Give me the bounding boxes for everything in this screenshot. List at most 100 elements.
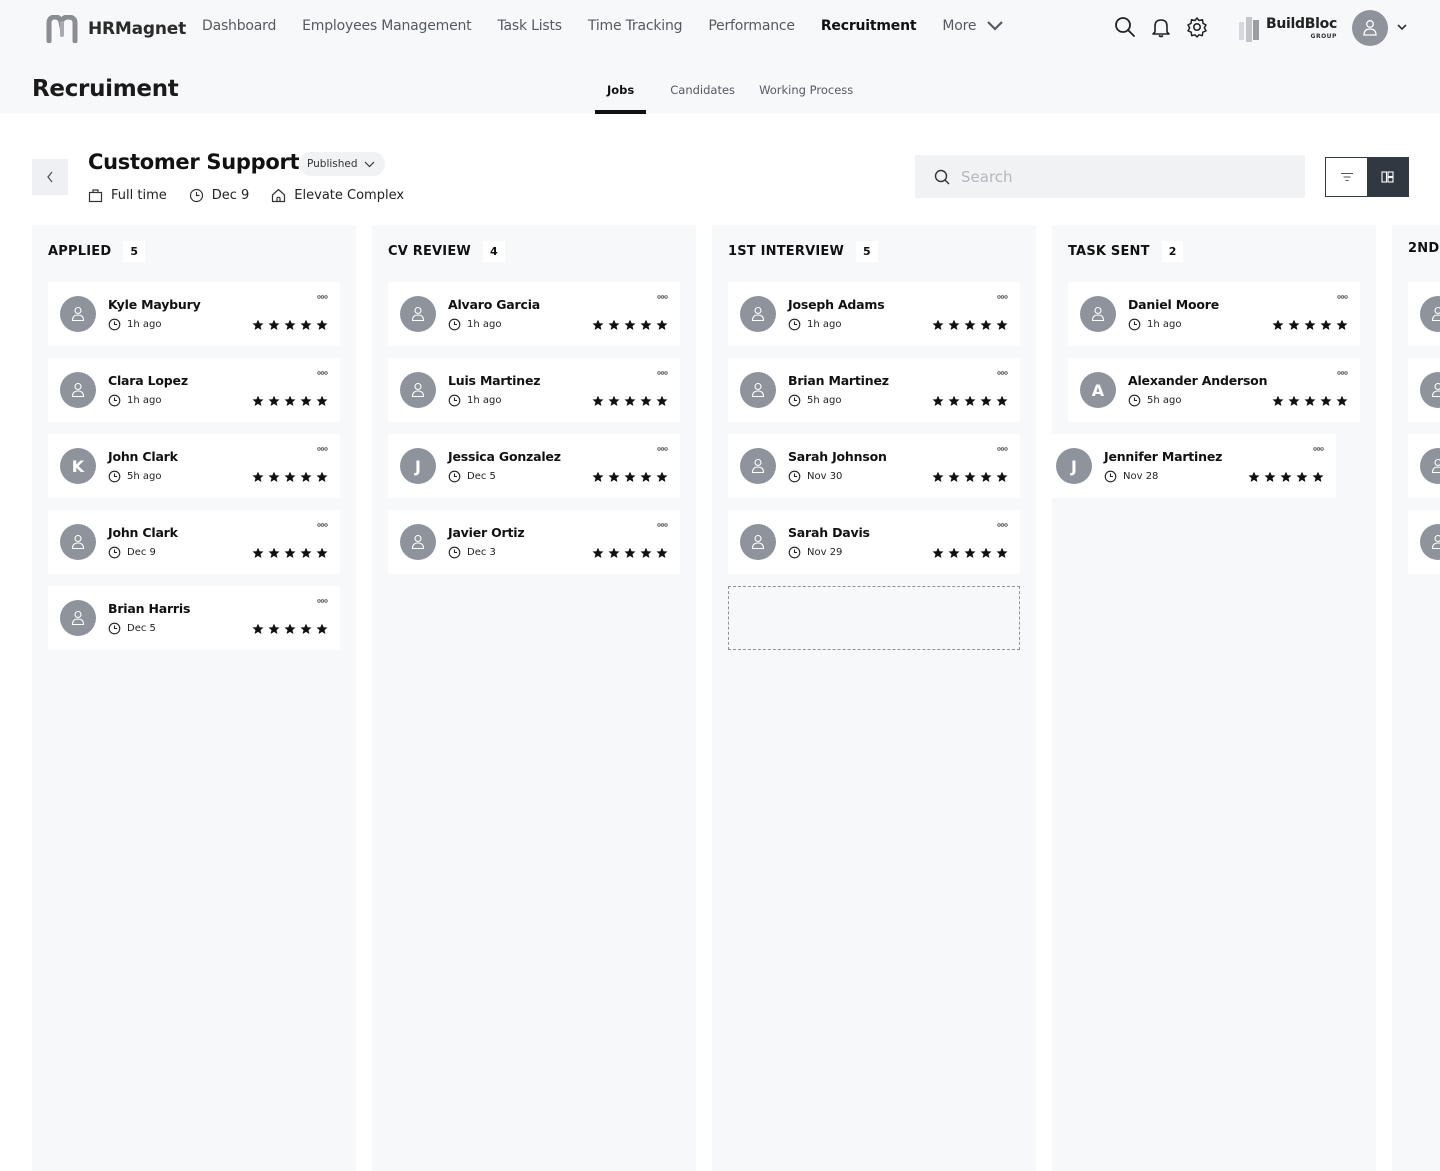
star-icon[interactable] [996,471,1008,483]
candidate-card[interactable]: Clara Lopez 1h ago [48,358,340,422]
filter-button[interactable] [1326,158,1367,196]
more-options-icon[interactable] [317,294,328,300]
star-icon[interactable] [268,319,280,331]
star-icon[interactable] [592,547,604,559]
back-button[interactable] [32,159,68,195]
candidate-card[interactable]: Kyle Maybury 1h ago [48,282,340,346]
star-icon[interactable] [252,319,264,331]
more-options-icon[interactable] [997,446,1008,452]
star-icon[interactable] [608,319,620,331]
star-icon[interactable] [300,319,312,331]
star-icon[interactable] [252,395,264,407]
star-icon[interactable] [624,547,636,559]
star-icon[interactable] [640,395,652,407]
star-icon[interactable] [656,547,668,559]
star-icon[interactable] [1280,471,1292,483]
star-icon[interactable] [268,623,280,635]
star-icon[interactable] [948,471,960,483]
star-icon[interactable] [268,547,280,559]
search-icon[interactable] [1114,16,1136,38]
tab-candidates[interactable]: Candidates [670,80,735,114]
nav-item-employees-management[interactable]: Employees Management [302,18,472,34]
star-icon[interactable] [624,471,636,483]
star-icon[interactable] [1296,471,1308,483]
star-icon[interactable] [268,471,280,483]
more-options-icon[interactable] [997,370,1008,376]
star-icon[interactable] [1288,395,1300,407]
star-icon[interactable] [608,547,620,559]
star-icon[interactable] [316,471,328,483]
candidate-card[interactable] [1408,434,1440,498]
star-icon[interactable] [316,319,328,331]
board-view-button[interactable] [1367,158,1408,196]
more-options-icon[interactable] [657,446,668,452]
star-icon[interactable] [1272,395,1284,407]
candidate-card[interactable]: K John Clark 5h ago [48,434,340,498]
star-icon[interactable] [1320,395,1332,407]
candidate-card[interactable]: Luis Martinez 1h ago [388,358,680,422]
star-icon[interactable] [1264,471,1276,483]
drop-placeholder[interactable] [728,586,1020,650]
star-icon[interactable] [948,395,960,407]
star-icon[interactable] [656,319,668,331]
star-icon[interactable] [640,547,652,559]
star-icon[interactable] [624,395,636,407]
star-icon[interactable] [1288,319,1300,331]
more-options-icon[interactable] [1337,294,1348,300]
star-icon[interactable] [932,471,944,483]
more-options-icon[interactable] [317,522,328,528]
candidate-card[interactable]: J Jessica Gonzalez Dec 5 [388,434,680,498]
bell-icon[interactable] [1150,16,1172,38]
tab-working-process[interactable]: Working Process [759,80,853,114]
star-icon[interactable] [640,471,652,483]
nav-item-task-lists[interactable]: Task Lists [497,18,562,34]
nav-item-performance[interactable]: Performance [708,18,795,34]
candidate-card[interactable]: Sarah Davis Nov 29 [728,510,1020,574]
nav-more-button[interactable]: More [942,18,1004,34]
star-icon[interactable] [980,319,992,331]
candidate-card[interactable]: Joseph Adams 1h ago [728,282,1020,346]
candidate-card[interactable]: Brian Martinez 5h ago [728,358,1020,422]
star-icon[interactable] [592,395,604,407]
more-options-icon[interactable] [317,598,328,604]
star-icon[interactable] [932,395,944,407]
app-logo[interactable]: HRMagnet [46,15,186,43]
candidate-card[interactable] [1408,282,1440,346]
star-icon[interactable] [592,319,604,331]
star-icon[interactable] [284,319,296,331]
nav-item-dashboard[interactable]: Dashboard [202,18,276,34]
star-icon[interactable] [1248,471,1260,483]
dragging-candidate-card[interactable]: J Jennifer Martinez Nov 28 [1044,434,1336,498]
star-icon[interactable] [284,623,296,635]
user-menu-chevron-icon[interactable] [1396,22,1408,32]
search-input[interactable] [961,167,1281,186]
star-icon[interactable] [656,471,668,483]
candidate-card[interactable]: John Clark Dec 9 [48,510,340,574]
candidate-card[interactable]: Brian Harris Dec 5 [48,586,340,650]
star-icon[interactable] [964,547,976,559]
gear-icon[interactable] [1186,16,1208,38]
star-icon[interactable] [316,395,328,407]
more-options-icon[interactable] [317,370,328,376]
candidate-card[interactable]: Javier Ortiz Dec 3 [388,510,680,574]
star-icon[interactable] [592,471,604,483]
star-icon[interactable] [640,319,652,331]
star-icon[interactable] [964,319,976,331]
star-icon[interactable] [284,471,296,483]
star-icon[interactable] [932,319,944,331]
star-icon[interactable] [948,547,960,559]
star-icon[interactable] [980,547,992,559]
star-icon[interactable] [1272,319,1284,331]
star-icon[interactable] [300,395,312,407]
star-icon[interactable] [608,471,620,483]
star-icon[interactable] [996,319,1008,331]
tab-jobs[interactable]: Jobs [595,80,647,114]
star-icon[interactable] [284,547,296,559]
star-icon[interactable] [980,471,992,483]
star-icon[interactable] [964,395,976,407]
candidate-card[interactable]: Alvaro Garcia 1h ago [388,282,680,346]
star-icon[interactable] [996,547,1008,559]
star-icon[interactable] [1320,319,1332,331]
star-icon[interactable] [252,623,264,635]
star-icon[interactable] [1304,319,1316,331]
